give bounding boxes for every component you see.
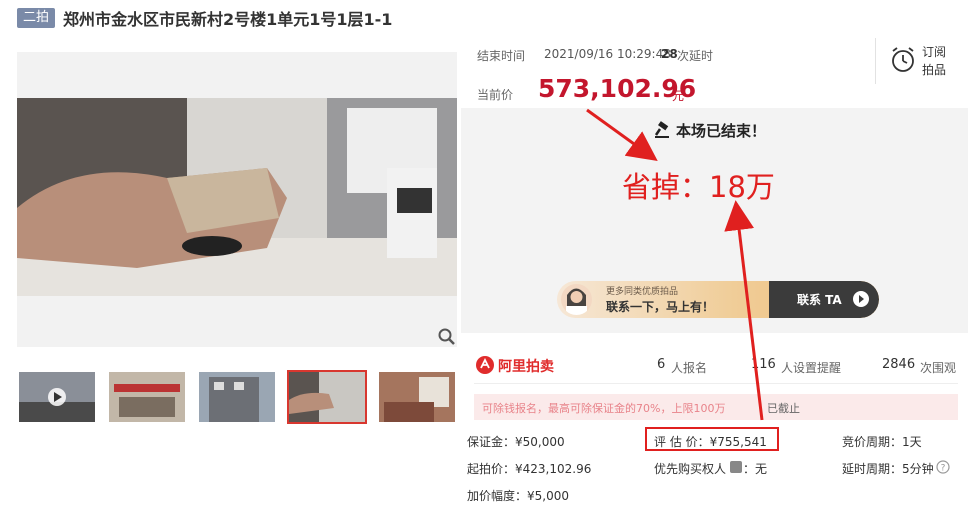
arrow-price-to-savings	[586, 108, 658, 162]
arrow-eval-to-savings	[724, 200, 764, 421]
annotation-arrows	[586, 108, 764, 421]
